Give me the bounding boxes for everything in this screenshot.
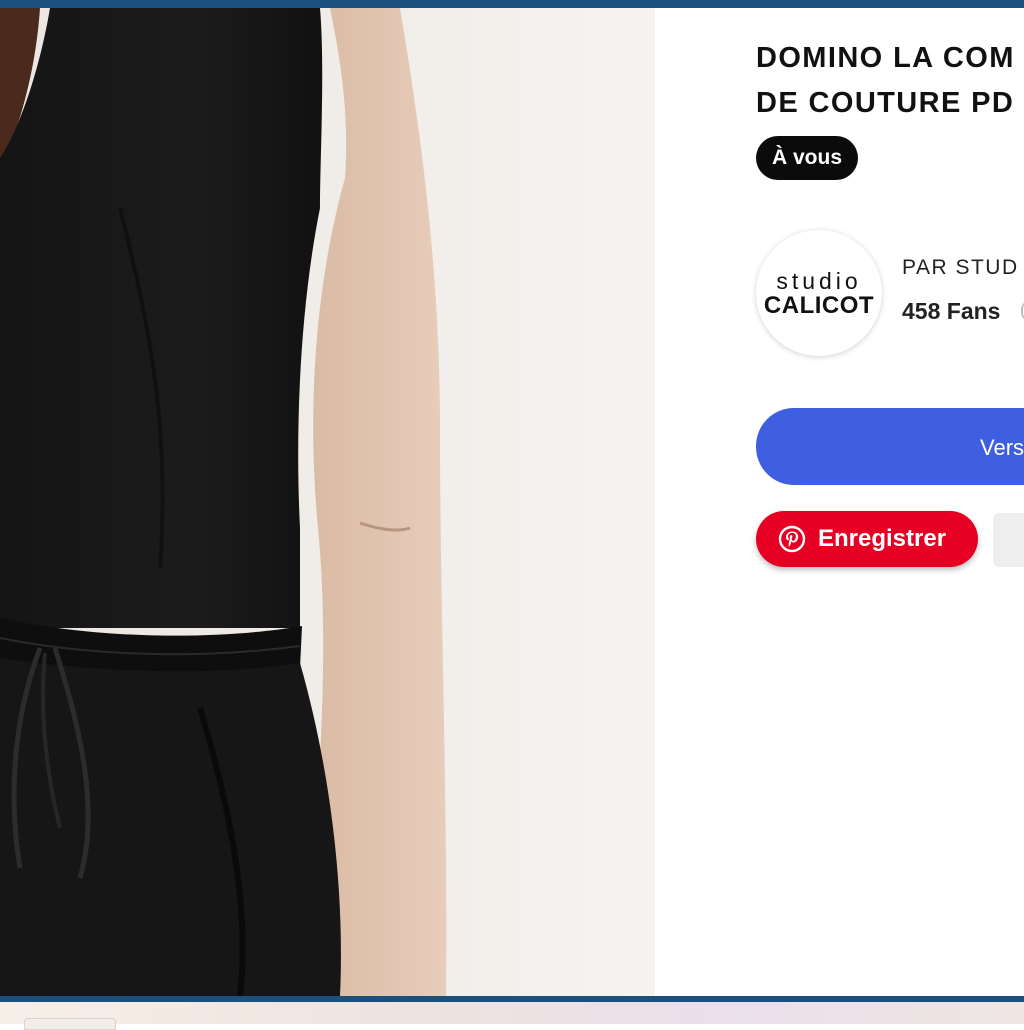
pinterest-save-label: Enregistrer	[818, 525, 947, 552]
taskbar-tab[interactable]	[24, 1018, 116, 1030]
product-info-panel: DOMINO LA COM DE COUTURE PD À vous studi…	[655, 8, 1024, 996]
product-title: DOMINO LA COM DE COUTURE PD	[756, 36, 1024, 126]
pinterest-icon	[778, 525, 806, 553]
primary-action-button[interactable]: Vers	[756, 408, 1024, 485]
jumpsuit-illustration	[0, 8, 447, 996]
shop-avatar[interactable]: studio CALICOT	[756, 230, 882, 356]
product-title-line-1: DOMINO LA COM	[756, 42, 1015, 74]
badge-a-vous: À vous	[756, 136, 859, 180]
product-image[interactable]	[0, 8, 655, 996]
taskbar-strip	[0, 1002, 1024, 1030]
shop-logo-line-1: studio	[776, 268, 862, 294]
fans-count: 458 Fans	[902, 298, 1001, 324]
secondary-button-partial[interactable]	[993, 513, 1024, 567]
product-title-line-2: DE COUTURE PD	[756, 87, 1015, 119]
shop-logo-line-2: CALICOT	[763, 292, 875, 319]
window-top-border	[0, 0, 1024, 8]
shop-by-label[interactable]: PAR STUD	[902, 256, 1019, 280]
pinterest-save-button[interactable]: Enregistrer	[756, 511, 978, 567]
